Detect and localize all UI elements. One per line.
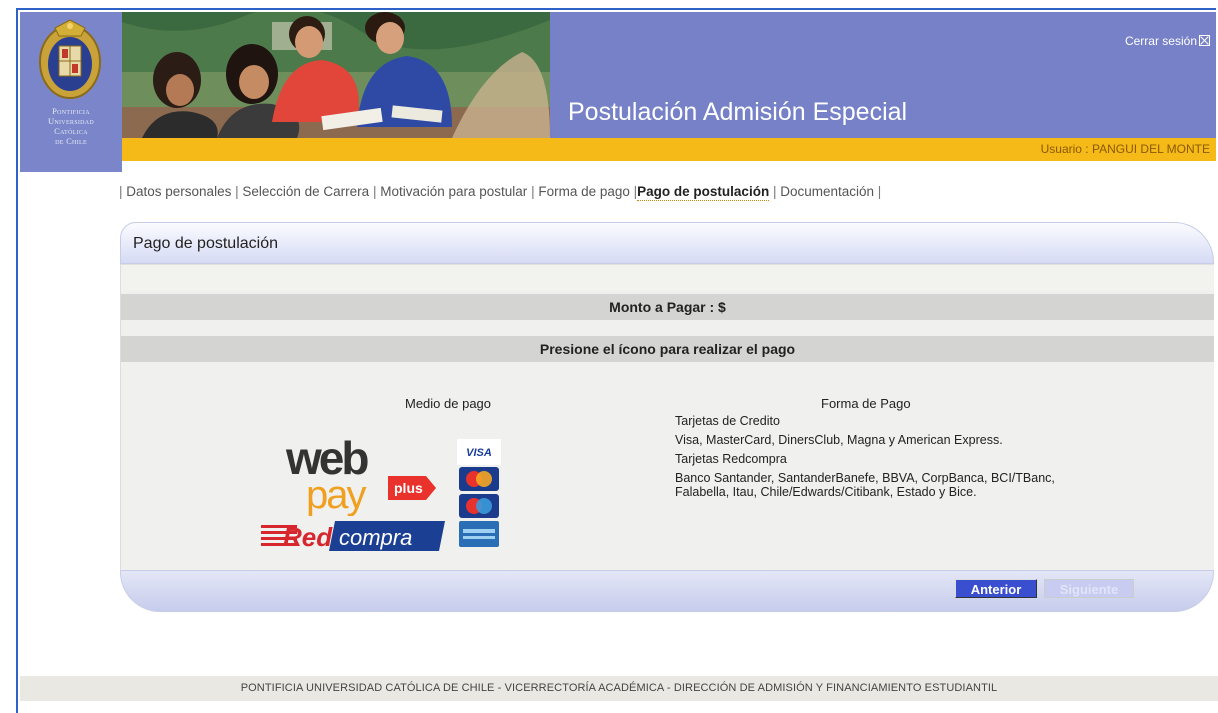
banner-photo xyxy=(122,12,550,138)
redcompra-red-text: Red xyxy=(283,522,333,552)
university-name-line: Universidad xyxy=(47,116,95,126)
panel-header: Pago de postulación xyxy=(120,222,1214,264)
panel-title: Pago de postulación xyxy=(133,235,278,252)
webpay-plus-text: plus xyxy=(394,480,423,496)
instruction-row: Presione el ícono para realizar el pago xyxy=(121,336,1214,362)
logout-link[interactable]: Cerrar sesión xyxy=(1125,34,1210,48)
forma-line: Tarjetas de Credito xyxy=(675,414,780,428)
visa-icon: VISA xyxy=(466,447,492,459)
redcompra-logo[interactable]: Red compra xyxy=(261,519,451,553)
nav-item-documentacion[interactable]: Documentación xyxy=(780,184,874,199)
nav-item-pago-postulacion[interactable]: Pago de postulación xyxy=(637,184,770,201)
american-express-icon xyxy=(459,521,499,547)
webpay-pay-text: pay xyxy=(306,473,366,516)
forma-line: Tarjetas Redcompra xyxy=(675,452,787,466)
user-name: PANGUI DEL MONTE xyxy=(1091,142,1210,156)
card-logos[interactable]: VISA xyxy=(455,439,505,549)
amount-row: Monto a Pagar : $ xyxy=(121,294,1214,320)
steps-nav: | Datos personales | Selección de Carrer… xyxy=(119,184,882,201)
university-name-line: Católica xyxy=(54,126,88,136)
university-name-line: Pontificia xyxy=(52,106,90,116)
university-name-line: de Chile xyxy=(55,136,87,146)
previous-button[interactable]: Anterior xyxy=(955,579,1037,598)
page-frame: Pontificia Universidad Católica de Chile xyxy=(16,8,1218,713)
page-title: Postulación Admisión Especial xyxy=(568,98,908,126)
university-name: Pontificia Universidad Católica de Chile xyxy=(20,106,122,146)
webpay-plus-logo[interactable]: web pay plus xyxy=(276,436,446,516)
spacer-row xyxy=(121,264,1214,291)
redcompra-compra-text: compra xyxy=(339,525,412,550)
nav-item-forma-de-pago[interactable]: Forma de pago xyxy=(538,184,630,199)
payment-panel: Pago de postulación Monto a Pagar : $ Pr… xyxy=(120,222,1214,612)
panel-body: Monto a Pagar : $ Presione el ícono para… xyxy=(120,264,1214,570)
page-footer: PONTIFICIA UNIVERSIDAD CATÓLICA DE CHILE… xyxy=(20,676,1218,701)
panel-footer: Anterior Siguiente xyxy=(120,570,1214,612)
forma-de-pago-details: Tarjetas de Credito Visa, MasterCard, Di… xyxy=(675,414,1055,504)
header-band: Cerrar sesión Postulación Admisión Espec… xyxy=(550,12,1216,138)
user-info: Usuario : PANGUI DEL MONTE xyxy=(1041,142,1210,156)
next-button[interactable]: Siguiente xyxy=(1044,579,1134,598)
medio-de-pago-header: Medio de pago xyxy=(405,396,492,411)
forma-line: Visa, MasterCard, DinersClub, Magna y Am… xyxy=(675,433,1003,447)
nav-item-seleccion-carrera[interactable]: Selección de Carrera xyxy=(242,184,369,199)
forma-de-pago-header: Forma de Pago xyxy=(821,396,911,411)
university-crest-icon xyxy=(39,19,101,99)
logout-label: Cerrar sesión xyxy=(1124,34,1197,48)
nav-separator: | xyxy=(877,184,882,199)
nav-item-motivacion[interactable]: Motivación para postular xyxy=(380,184,527,199)
logout-icon xyxy=(1199,35,1210,46)
user-bar: Usuario : PANGUI DEL MONTE xyxy=(122,138,1216,161)
university-logo-block: Pontificia Universidad Católica de Chile xyxy=(20,12,122,172)
user-label: Usuario : xyxy=(1040,142,1092,156)
nav-item-datos-personales[interactable]: Datos personales xyxy=(126,184,231,199)
forma-line: Banco Santander, SantanderBanefe, BBVA, … xyxy=(675,471,1055,499)
